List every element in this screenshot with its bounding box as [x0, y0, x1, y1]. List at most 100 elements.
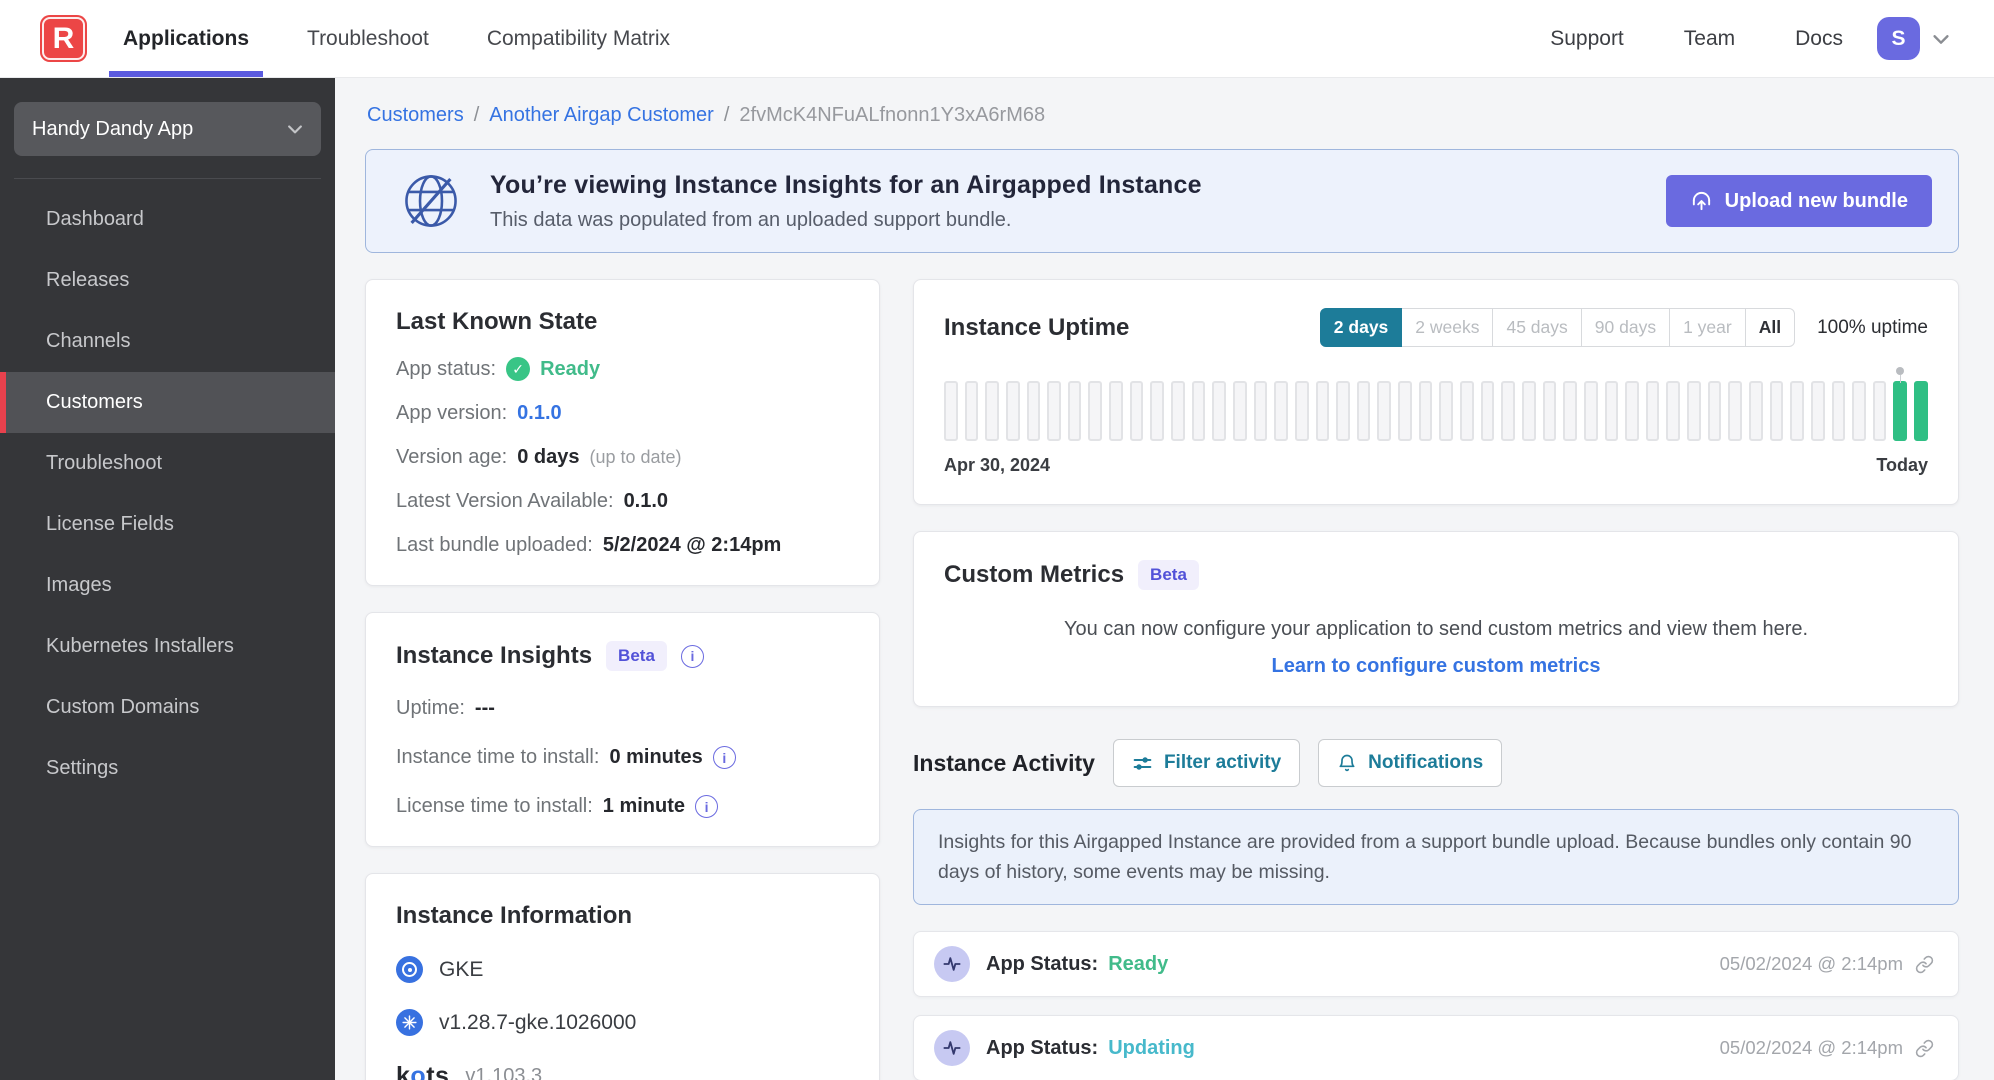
uptime-bar[interactable]	[1418, 381, 1433, 441]
uptime-bar[interactable]	[1356, 381, 1371, 441]
nav-docs[interactable]: Docs	[1795, 27, 1843, 51]
nav-support[interactable]: Support	[1550, 27, 1624, 51]
permalink-icon[interactable]	[1915, 1039, 1934, 1058]
uptime-bar[interactable]	[1005, 381, 1020, 441]
range-2-days[interactable]: 2 days	[1319, 308, 1403, 347]
breadcrumb-customers[interactable]: Customers	[367, 104, 464, 126]
range-all[interactable]: All	[1744, 308, 1796, 347]
nav-applications[interactable]: Applications	[108, 0, 264, 77]
uptime-bar[interactable]	[1047, 381, 1061, 441]
uptime-bar[interactable]	[1542, 381, 1557, 441]
sidebar-item-dashboard[interactable]: Dashboard	[0, 189, 335, 250]
uptime-bar[interactable]	[1460, 381, 1474, 441]
uptime-bar[interactable]	[985, 381, 999, 441]
upload-new-bundle-button[interactable]: Upload new bundle	[1665, 175, 1932, 227]
uptime-bar[interactable]	[1769, 381, 1784, 441]
filter-activity-button[interactable]: Filter activity	[1112, 739, 1301, 787]
version-age-value: 0 days	[517, 446, 580, 468]
uptime-bar[interactable]	[1748, 381, 1763, 441]
range-45-days[interactable]: 45 days	[1492, 308, 1582, 347]
uptime-bar[interactable]	[1687, 381, 1701, 441]
uptime-bar[interactable]	[1645, 381, 1660, 441]
banner-subtitle: This data was populated from an uploaded…	[490, 208, 1012, 231]
uptime-bar[interactable]	[964, 381, 979, 441]
uptime-bar[interactable]	[1707, 381, 1722, 441]
sidebar-item-troubleshoot[interactable]: Troubleshoot	[0, 433, 335, 494]
uptime-bar[interactable]	[1253, 381, 1268, 441]
app-status-row: App status: ✓ Ready	[396, 357, 849, 381]
breadcrumb-separator: /	[473, 104, 480, 126]
configure-custom-metrics-link[interactable]: Learn to configure custom metrics	[944, 655, 1928, 678]
uptime-bar[interactable]	[1398, 381, 1412, 441]
latest-version-row: Latest Version Available: 0.1.0	[396, 490, 849, 513]
uptime-bar[interactable]	[1480, 381, 1495, 441]
custom-metrics-description: You can now configure your application t…	[1063, 618, 1809, 640]
sidebar-item-channels[interactable]: Channels	[0, 311, 335, 372]
uptime-bar[interactable]	[1377, 381, 1392, 441]
uptime-bar[interactable]	[1583, 381, 1598, 441]
custom-metrics-title: Custom Metrics	[944, 561, 1125, 588]
uptime-bar[interactable]	[1212, 381, 1226, 441]
uptime-bar[interactable]	[1604, 381, 1619, 441]
uptime-bar[interactable]	[1026, 381, 1041, 441]
uptime-bar[interactable]	[1129, 381, 1144, 441]
activity-list: App Status: Ready 05/02/2024 @ 2:14pm Ap…	[913, 931, 1959, 1080]
uptime-bar[interactable]	[1831, 381, 1846, 441]
uptime-bar[interactable]	[1191, 381, 1206, 441]
account-menu[interactable]: S	[1877, 17, 1952, 60]
sidebar-item-releases[interactable]: Releases	[0, 250, 335, 311]
uptime-bar[interactable]	[1893, 375, 1908, 441]
breadcrumb-customer-name[interactable]: Another Airgap Customer	[489, 104, 714, 126]
sidebar-item-kubernetes-installers[interactable]: Kubernetes Installers	[0, 616, 335, 677]
uptime-bar[interactable]	[1171, 381, 1185, 441]
info-icon[interactable]: i	[680, 644, 704, 668]
uptime-bar[interactable]	[1914, 381, 1928, 441]
uptime-bar[interactable]	[1563, 381, 1577, 441]
sidebar-item-license-fields[interactable]: License Fields	[0, 494, 335, 555]
sidebar-item-custom-domains[interactable]: Custom Domains	[0, 677, 335, 738]
uptime-bar[interactable]	[1790, 381, 1804, 441]
nav-compatibility-matrix[interactable]: Compatibility Matrix	[487, 0, 670, 77]
uptime-bar[interactable]	[1501, 381, 1515, 441]
uptime-bar[interactable]	[1274, 381, 1288, 441]
activity-row[interactable]: App Status: Ready 05/02/2024 @ 2:14pm	[913, 931, 1959, 998]
uptime-bar[interactable]	[1109, 381, 1123, 441]
sidebar-item-customers[interactable]: Customers	[0, 372, 335, 433]
notifications-button[interactable]: Notifications	[1318, 739, 1503, 787]
replicated-logo[interactable]: R	[40, 15, 87, 62]
uptime-bar[interactable]	[1666, 381, 1681, 441]
uptime-bar[interactable]	[1294, 381, 1309, 441]
uptime-bar[interactable]	[1521, 381, 1536, 441]
uptime-bar[interactable]	[1315, 381, 1330, 441]
range-90-days[interactable]: 90 days	[1580, 308, 1671, 347]
uptime-bar[interactable]	[1625, 381, 1639, 441]
avatar[interactable]: S	[1877, 17, 1920, 60]
uptime-bar[interactable]	[1728, 381, 1742, 441]
uptime-bar[interactable]	[1852, 381, 1866, 441]
uptime-bar[interactable]	[944, 381, 958, 441]
range-2-weeks[interactable]: 2 weeks	[1401, 308, 1494, 347]
info-icon[interactable]: i	[712, 746, 736, 769]
uptime-bar[interactable]	[1810, 381, 1825, 441]
app-selector[interactable]: Handy Dandy App	[14, 102, 321, 156]
sidebar-item-images[interactable]: Images	[0, 555, 335, 616]
uptime-bar[interactable]	[1336, 381, 1350, 441]
activity-row[interactable]: App Status: Updating 05/02/2024 @ 2:14pm	[913, 1015, 1959, 1080]
uptime-bar[interactable]	[1150, 381, 1165, 441]
filter-sliders-icon	[1132, 753, 1153, 774]
sidebar-item-settings[interactable]: Settings	[0, 738, 335, 799]
nav-team[interactable]: Team	[1684, 27, 1735, 51]
permalink-icon[interactable]	[1915, 955, 1934, 974]
range-1-year[interactable]: 1 year	[1669, 308, 1746, 347]
info-icon[interactable]: i	[695, 795, 719, 818]
uptime-bar[interactable]	[1067, 381, 1082, 441]
uptime-bar[interactable]	[1088, 381, 1103, 441]
uptime-bar[interactable]	[1439, 381, 1454, 441]
app-version-link[interactable]: 0.1.0	[517, 402, 561, 425]
uptime-bar[interactable]	[1872, 381, 1887, 441]
uptime-bar[interactable]	[1232, 381, 1247, 441]
nav-troubleshoot[interactable]: Troubleshoot	[307, 0, 429, 77]
notifications-label: Notifications	[1368, 752, 1484, 773]
beta-badge: Beta	[1138, 560, 1199, 590]
uptime-label: Uptime:	[396, 697, 465, 719]
